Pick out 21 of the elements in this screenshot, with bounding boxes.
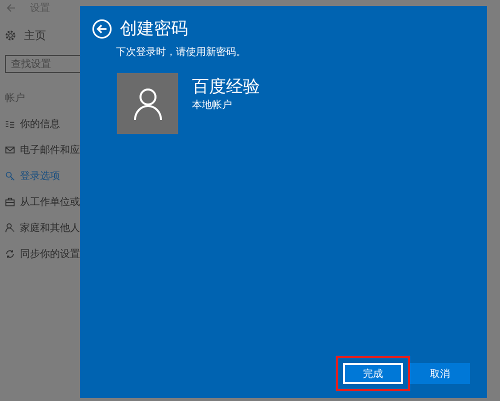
sidebar-item[interactable]: 你的信息 [0,111,80,137]
gear-icon [5,30,16,41]
briefcase-icon [5,196,15,208]
key-icon [5,170,15,182]
mail-icon [5,144,15,156]
sidebar-item[interactable]: 电子邮件和应 [0,137,80,163]
person-icon [134,88,162,120]
account-type: 本地帐户 [192,98,233,112]
dialog-subtitle: 下次登录时，请使用新密码。 [116,46,247,59]
contact-card-icon [5,118,15,130]
account-name: 百度经验 [192,76,260,98]
sidebar-item[interactable]: 登录选项 [0,163,80,189]
sidebar-item[interactable]: 同步你的设置 [0,241,80,267]
section-heading: 帐户 [5,92,26,105]
person-icon [5,222,15,234]
sidebar-item[interactable]: 家庭和其他人 [0,215,80,241]
sidebar-item[interactable]: 从工作单位或 [0,189,80,215]
cancel-button[interactable]: 取消 [410,363,470,384]
dialog-title: 创建密码 [120,18,188,40]
sync-icon [5,248,15,260]
home-link[interactable]: 主页 [24,28,46,43]
